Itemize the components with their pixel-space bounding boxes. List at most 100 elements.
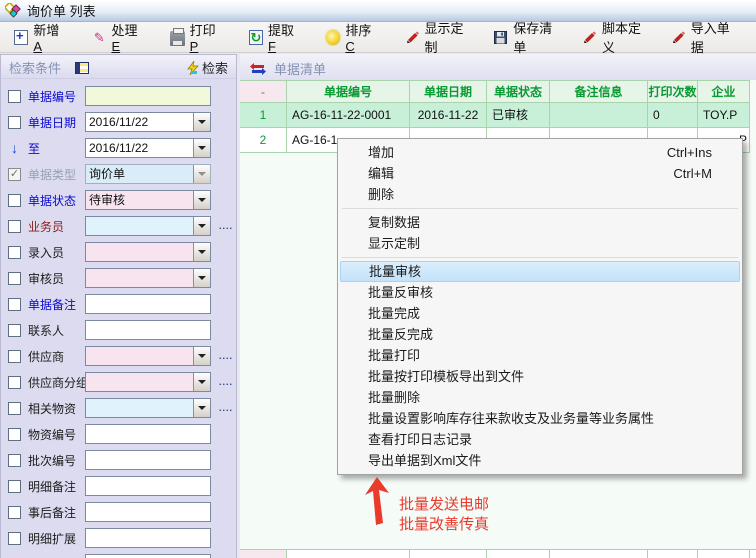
- search-field-doc-date: 单据日期2016/11/22: [1, 109, 236, 135]
- more-button-salesman[interactable]: ....: [219, 222, 233, 230]
- menu-item-edit[interactable]: 编辑Ctrl+M: [340, 163, 740, 184]
- field-checkbox-entry-clerk[interactable]: [8, 246, 21, 259]
- field-label-detail-extend: 明细扩展: [28, 530, 85, 547]
- field-combo-supplier[interactable]: [85, 346, 211, 366]
- toolbar-button-label: 排序C: [345, 20, 377, 54]
- toolbar-button-new[interactable]: 新增A: [6, 17, 72, 57]
- menu-item-batch-uncomplete[interactable]: 批量反完成: [340, 324, 740, 345]
- field-checkbox-auditor[interactable]: [8, 272, 21, 285]
- more-button-related-material[interactable]: ....: [219, 404, 233, 412]
- search-field-auditor: 审核员: [1, 265, 236, 291]
- combo-dropdown-button[interactable]: [193, 399, 210, 417]
- field-input-contact[interactable]: [85, 320, 211, 340]
- combo-dropdown-button[interactable]: [193, 139, 210, 157]
- menu-item-delete[interactable]: 删除: [340, 184, 740, 205]
- field-input-doc-remark[interactable]: [85, 294, 211, 314]
- menu-item-batch-unaudit[interactable]: 批量反审核: [340, 282, 740, 303]
- search-field-detail-extend: 明细扩展: [1, 525, 236, 551]
- field-checkbox-detail-remark[interactable]: [8, 480, 21, 493]
- combo-dropdown-button[interactable]: [193, 373, 210, 391]
- menu-item-display-custom[interactable]: 显示定制: [340, 233, 740, 254]
- toolbar-button-print[interactable]: 打印P: [162, 17, 228, 57]
- more-button-supplier[interactable]: ....: [219, 352, 233, 360]
- menu-item-export-xml[interactable]: 导出单据到Xml文件: [340, 450, 740, 471]
- field-input-material-number[interactable]: [85, 424, 211, 444]
- grid-header-cell[interactable]: -: [240, 80, 287, 103]
- field-checkbox-batch-number[interactable]: [8, 454, 21, 467]
- grid-cell[interactable]: 已审核: [487, 103, 550, 128]
- combo-dropdown-button[interactable]: [193, 269, 210, 287]
- field-checkbox-related-material[interactable]: [8, 402, 21, 415]
- grid-footer-cell: [240, 550, 287, 558]
- toolbar-button-save-list[interactable]: 保存清单: [486, 15, 569, 59]
- field-checkbox-doc-type[interactable]: ✓: [8, 168, 21, 181]
- menu-item-view-print-log[interactable]: 查看打印日志记录: [340, 429, 740, 450]
- search-button[interactable]: 检索: [187, 58, 228, 77]
- field-label-entry-clerk: 录入员: [28, 244, 85, 261]
- toolbar-button-fetch[interactable]: ↻提取F: [241, 17, 307, 57]
- field-combo-auditor[interactable]: [85, 268, 211, 288]
- menu-item-add[interactable]: 增加Ctrl+Ins: [340, 142, 740, 163]
- menu-item-batch-set-properties[interactable]: 批量设置影响库存往来款收支及业务量等业务属性: [340, 408, 740, 429]
- process-icon: ✎: [92, 30, 106, 45]
- field-combo-entry-clerk[interactable]: [85, 242, 211, 262]
- field-checkbox-post-remark[interactable]: [8, 506, 21, 519]
- field-checkbox-supplier[interactable]: [8, 350, 21, 363]
- grid-header-cell[interactable]: 单据编号: [287, 80, 410, 103]
- field-checkbox-doc-remark[interactable]: [8, 298, 21, 311]
- field-combo-doc-date[interactable]: 2016/11/22: [85, 112, 211, 132]
- grid-header-cell[interactable]: 单据状态: [487, 80, 550, 103]
- field-combo-supplier-group[interactable]: [85, 372, 211, 392]
- field-checkbox-salesman[interactable]: [8, 220, 21, 233]
- grid-header-cell[interactable]: 单据日期: [410, 80, 487, 103]
- combo-dropdown-button[interactable]: [193, 191, 210, 209]
- grid-options-icon[interactable]: [75, 62, 89, 74]
- menu-item-copy-data[interactable]: 复制数据: [340, 212, 740, 233]
- field-combo-related-material[interactable]: [85, 398, 211, 418]
- grid-row[interactable]: 1AG-16-11-22-00012016-11-22已审核0TOY.P: [240, 103, 756, 128]
- field-input-detail-remark[interactable]: [85, 476, 211, 496]
- field-combo-date-to[interactable]: 2016/11/22: [85, 138, 211, 158]
- toolbar-button-process[interactable]: ✎处理E: [84, 17, 150, 57]
- combo-dropdown-button[interactable]: [193, 347, 210, 365]
- field-checkbox-doc-date[interactable]: [8, 116, 21, 129]
- combo-dropdown-button[interactable]: [193, 113, 210, 131]
- grid-footer-cell: [648, 550, 698, 558]
- combo-dropdown-button[interactable]: [193, 217, 210, 235]
- grid-footer-row: [240, 549, 756, 558]
- field-input-post-remark[interactable]: [85, 502, 211, 522]
- field-combo-doc-status[interactable]: 待审核: [85, 190, 211, 210]
- menu-item-batch-export-template[interactable]: 批量按打印模板导出到文件: [340, 366, 740, 387]
- grid-header-cell[interactable]: 打印次数: [648, 80, 698, 103]
- menu-item-batch-print[interactable]: 批量打印: [340, 345, 740, 366]
- field-checkbox-material-number[interactable]: [8, 428, 21, 441]
- grid-cell[interactable]: 0: [648, 103, 698, 128]
- combo-dropdown-button[interactable]: [193, 165, 210, 183]
- menu-item-batch-audit[interactable]: 批量审核: [340, 261, 740, 282]
- menu-item-batch-complete[interactable]: 批量完成: [340, 303, 740, 324]
- toolbar-button-script-define[interactable]: 脚本定义: [574, 15, 657, 59]
- combo-dropdown-button[interactable]: [193, 243, 210, 261]
- field-checkbox-detail-extend[interactable]: [8, 532, 21, 545]
- grid-header-cell[interactable]: 企业: [698, 80, 750, 103]
- field-input-detail-extend[interactable]: [85, 528, 211, 548]
- menu-item-batch-delete[interactable]: 批量删除: [340, 387, 740, 408]
- toolbar-button-display-custom[interactable]: 显示定制: [397, 15, 480, 59]
- field-checkbox-doc-number[interactable]: [8, 90, 21, 103]
- field-checkbox-supplier-group[interactable]: [8, 376, 21, 389]
- grid-cell[interactable]: [550, 103, 648, 128]
- toolbar-button-import-orders[interactable]: 导入单据: [663, 15, 746, 59]
- toolbar-button-sort[interactable]: 排序C: [318, 17, 385, 57]
- field-input-doc-number[interactable]: [85, 86, 211, 106]
- more-button-supplier-group[interactable]: ....: [219, 378, 233, 386]
- grid-header-cell[interactable]: 备注信息: [550, 80, 648, 103]
- field-checkbox-doc-status[interactable]: [8, 194, 21, 207]
- field-combo-doc-type[interactable]: 询价单: [85, 164, 211, 184]
- grid-cell[interactable]: 2016-11-22: [410, 103, 487, 128]
- grid-cell[interactable]: TOY.P: [698, 103, 750, 128]
- field-checkbox-contact[interactable]: [8, 324, 21, 337]
- grid-cell[interactable]: AG-16-11-22-0001: [287, 103, 410, 128]
- field-input-detail-custom[interactable]: [85, 554, 211, 558]
- field-combo-salesman[interactable]: [85, 216, 211, 236]
- field-input-batch-number[interactable]: [85, 450, 211, 470]
